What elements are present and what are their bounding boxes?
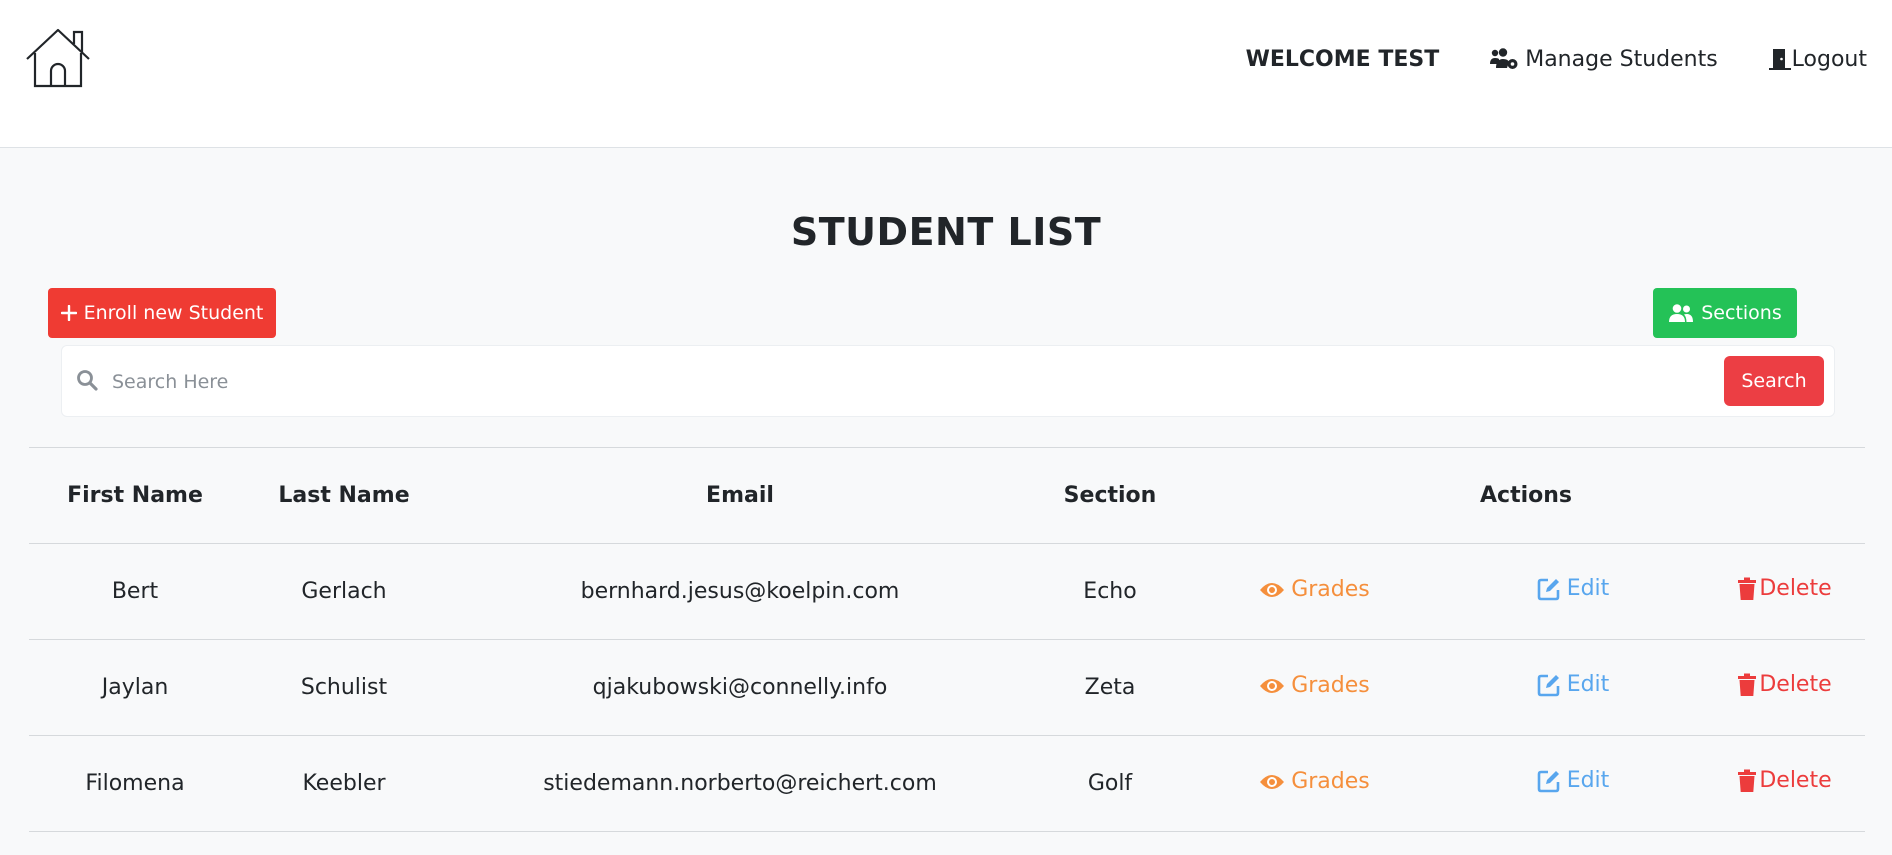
- search-input[interactable]: [110, 361, 1774, 403]
- grades-label: Grades: [1291, 769, 1370, 795]
- eye-icon: [1260, 582, 1285, 597]
- header-last-name: Last Name: [241, 447, 447, 544]
- header-actions: Actions: [1187, 447, 1865, 544]
- cell-first-name: Filomena: [29, 735, 241, 832]
- table-header-row: First Name Last Name Email Section Actio…: [29, 447, 1865, 544]
- cell-section: Golf: [1033, 735, 1187, 832]
- main-content: STUDENT LIST Enroll new Student Sections…: [0, 148, 1892, 854]
- manage-students-label: Manage Students: [1525, 46, 1718, 72]
- welcome-text: WELCOME TEST: [1245, 46, 1440, 72]
- delete-label: Delete: [1759, 672, 1832, 698]
- edit-icon: [1537, 770, 1559, 793]
- grades-label: Grades: [1291, 577, 1370, 603]
- search-button[interactable]: Search: [1724, 356, 1824, 406]
- edit-label: Edit: [1566, 672, 1610, 698]
- cell-edit: Edit: [1442, 543, 1704, 640]
- page-title: STUDENT LIST: [790, 210, 1102, 254]
- table-row: Bert Gerlach bernhard.jesus@koelpin.com …: [29, 543, 1865, 640]
- cell-edit: Edit: [1442, 735, 1704, 832]
- logout-label: Logout: [1791, 46, 1867, 72]
- enroll-student-button[interactable]: Enroll new Student: [48, 288, 276, 338]
- trash-icon: [1738, 577, 1757, 600]
- home-link[interactable]: [24, 27, 92, 89]
- cell-email: stiedemann.norberto@reichert.com: [447, 735, 1033, 832]
- delete-link[interactable]: Delete: [1737, 672, 1832, 698]
- edit-link[interactable]: Edit: [1537, 576, 1610, 602]
- header-email: Email: [447, 447, 1033, 544]
- door-icon: [1768, 49, 1791, 70]
- cell-last-name: Keebler: [241, 735, 447, 832]
- trash-icon: [1738, 769, 1757, 792]
- cell-grades: Grades: [1187, 735, 1442, 832]
- header-first-name: First Name: [29, 447, 241, 544]
- table-row: Jaylan Schulist qjakubowski@connelly.inf…: [29, 639, 1865, 736]
- plus-icon: [60, 305, 77, 321]
- cell-delete: Delete: [1704, 639, 1865, 736]
- edit-label: Edit: [1566, 576, 1610, 602]
- cell-first-name: Bert: [29, 543, 241, 640]
- cell-delete: Delete: [1704, 735, 1865, 832]
- cell-first-name: Jaylan: [29, 639, 241, 736]
- cell-section: Zeta: [1033, 639, 1187, 736]
- enroll-student-label: Enroll new Student: [83, 302, 264, 324]
- edit-link[interactable]: Edit: [1537, 672, 1610, 698]
- cell-grades: Grades: [1187, 639, 1442, 736]
- grades-label: Grades: [1291, 673, 1370, 699]
- search-bar: Search: [61, 345, 1835, 417]
- cell-last-name: Gerlach: [241, 543, 447, 640]
- search-icon: [77, 370, 98, 391]
- cell-last-name: Schulist: [241, 639, 447, 736]
- header-section: Section: [1033, 447, 1187, 544]
- manage-students-link[interactable]: Manage Students: [1489, 46, 1718, 72]
- edit-label: Edit: [1566, 768, 1610, 794]
- delete-link[interactable]: Delete: [1737, 576, 1832, 602]
- delete-label: Delete: [1759, 576, 1832, 602]
- delete-label: Delete: [1759, 768, 1832, 794]
- cell-email: bernhard.jesus@koelpin.com: [447, 543, 1033, 640]
- grades-link[interactable]: Grades: [1259, 673, 1370, 698]
- table-row: Filomena Keebler stiedemann.norberto@rei…: [29, 735, 1865, 832]
- cell-delete: Delete: [1704, 543, 1865, 640]
- edit-icon: [1537, 674, 1559, 697]
- users-icon: [1669, 304, 1694, 322]
- cell-email: qjakubowski@connelly.info: [447, 639, 1033, 736]
- logout-link[interactable]: Logout: [1768, 47, 1867, 72]
- sections-label: Sections: [1701, 302, 1782, 324]
- sections-button[interactable]: Sections: [1653, 288, 1797, 338]
- nav-right: WELCOME TEST Manage Students Logout: [1246, 44, 1867, 74]
- student-table: First Name Last Name Email Section Actio…: [29, 447, 1865, 832]
- grades-link[interactable]: Grades: [1259, 769, 1370, 794]
- eye-icon: [1260, 678, 1285, 693]
- home-icon: [26, 28, 90, 88]
- edit-link[interactable]: Edit: [1537, 768, 1610, 794]
- cell-section: Echo: [1033, 543, 1187, 640]
- eye-icon: [1260, 774, 1285, 789]
- trash-icon: [1738, 673, 1757, 696]
- cell-grades: Grades: [1187, 543, 1442, 640]
- users-cog-icon: [1490, 48, 1518, 69]
- cell-edit: Edit: [1442, 639, 1704, 736]
- delete-link[interactable]: Delete: [1737, 768, 1832, 794]
- edit-icon: [1537, 578, 1559, 601]
- grades-link[interactable]: Grades: [1259, 577, 1370, 602]
- navbar: WELCOME TEST Manage Students Logout: [0, 0, 1892, 148]
